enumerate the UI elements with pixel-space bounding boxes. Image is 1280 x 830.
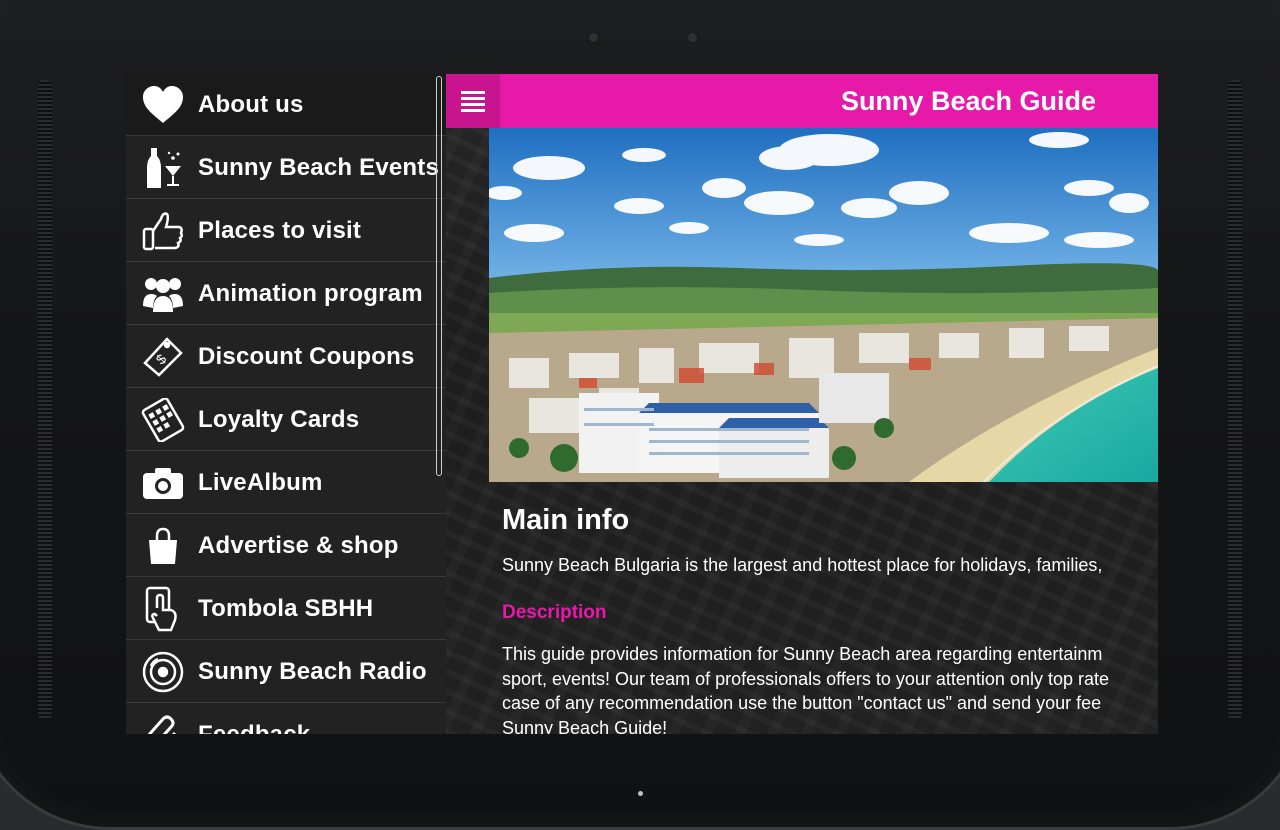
description-line: sport, events! Our team of professionals… xyxy=(502,668,1109,689)
menu-label: LiveAlbum xyxy=(198,468,323,496)
menu-label: Sunny Beach Radio xyxy=(198,657,427,685)
intro-text: Sunny Beach Bulgaria is the largest and … xyxy=(502,555,1103,575)
menu-item-places[interactable]: Places to visit xyxy=(126,200,446,262)
tap-phone-icon xyxy=(140,586,186,632)
coupon-icon: $ xyxy=(140,334,186,380)
sensor-dot xyxy=(589,33,598,42)
speaker-grille-left xyxy=(38,80,52,720)
description-text: This guide provides information for Sunn… xyxy=(502,642,1158,734)
menu-item-coupons[interactable]: $ Discount Coupons xyxy=(126,326,446,388)
camera-icon xyxy=(140,460,186,506)
menu-label: Loyalty Cards xyxy=(198,405,360,433)
menu-item-loyalty[interactable]: Loyalty Cards xyxy=(126,389,446,451)
hero-beach-photo xyxy=(489,128,1158,482)
menu-label: Sunny Beach Events xyxy=(198,153,440,181)
description-line: case of any recommendation use the butto… xyxy=(502,693,1102,713)
paperclip-icon xyxy=(140,712,186,734)
front-camera xyxy=(688,33,697,42)
loyalty-card-icon xyxy=(140,397,186,443)
shopping-bag-icon xyxy=(140,523,186,569)
menu-item-events[interactable]: Sunny Beach Events xyxy=(126,137,446,199)
menu-toggle-button[interactable] xyxy=(446,74,500,128)
description-line: Sunny Beach Guide! xyxy=(502,717,668,735)
vinyl-disc-icon xyxy=(140,649,186,695)
menu-item-radio[interactable]: Sunny Beach Radio xyxy=(126,641,446,703)
side-menu: About us Sunny Beach Events Places to vi… xyxy=(126,74,446,734)
app-screen: Sunny Beach Guide Main info Sunny Beach … xyxy=(126,74,1158,734)
heart-icon xyxy=(140,82,186,128)
menu-label: Places to visit xyxy=(198,216,362,244)
menu-item-feedback[interactable]: Feedback xyxy=(126,704,446,734)
people-icon xyxy=(140,271,186,317)
menu-item-advertise[interactable]: Advertise & shop xyxy=(126,515,446,577)
app-title: Sunny Beach Guide xyxy=(840,86,1096,116)
svg-text:$: $ xyxy=(153,350,170,367)
main-content: Main info Sunny Beach Bulgaria is the la… xyxy=(502,494,1158,734)
description-line: This guide provides information for Sunn… xyxy=(502,644,1103,664)
menu-label: Animation program xyxy=(198,279,423,307)
app-header: Sunny Beach Guide xyxy=(446,74,1158,128)
champagne-icon xyxy=(140,145,186,191)
status-led xyxy=(638,791,643,796)
menu-label: About us xyxy=(198,90,304,118)
menu-label: Advertise & shop xyxy=(198,531,399,559)
menu-label: Feedback xyxy=(198,720,311,735)
speaker-grille-right xyxy=(1228,80,1242,720)
menu-label: Discount Coupons xyxy=(198,342,415,370)
main-info-heading: Main info xyxy=(502,504,630,536)
menu-item-tombola[interactable]: Tombola SBHH xyxy=(126,578,446,640)
thumbs-up-icon xyxy=(140,208,186,254)
description-heading: Description xyxy=(502,602,607,623)
menu-item-about-us[interactable]: About us xyxy=(126,74,446,136)
sidebar-scrollbar[interactable] xyxy=(436,76,442,476)
menu-label: Tombola SBHH xyxy=(198,594,374,622)
hamburger-icon xyxy=(461,90,485,94)
menu-item-animation[interactable]: Animation program xyxy=(126,263,446,325)
menu-item-livealbum[interactable]: LiveAlbum xyxy=(126,452,446,514)
